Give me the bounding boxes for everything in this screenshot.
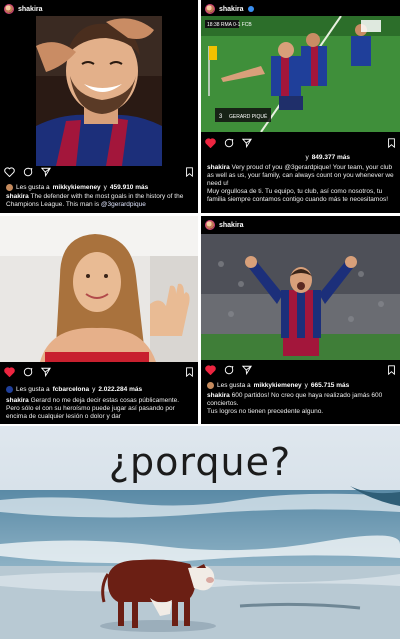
avatar: [207, 382, 214, 389]
likes-user[interactable]: mikkykiemeney: [53, 184, 101, 191]
likes-line: Les gusta a mikkykiemeney y 665.715 más: [207, 382, 349, 389]
scoreboard-player: GERARD PIQUÉ: [229, 113, 268, 120]
bookmark-icon[interactable]: [387, 135, 396, 153]
likes-and: y: [92, 386, 96, 393]
comment-icon[interactable]: [224, 135, 234, 153]
post-photo: 18:38 RMA 0-1 FCB 3 GERARD PIQUÉ: [201, 16, 400, 132]
likes-prefix: Les gusta a: [16, 184, 50, 191]
caption: shakira The defender with the most goals…: [6, 193, 192, 209]
meme-caption: ¿porque?: [108, 440, 292, 484]
caption-text: The defender with the most goals in the …: [6, 193, 184, 208]
likes-user[interactable]: mikkykiemeney: [254, 382, 302, 389]
caption-user[interactable]: shakira: [207, 392, 230, 399]
celebration-image: 18:38 RMA 0-1 FCB 3 GERARD PIQUÉ: [201, 16, 400, 132]
avatar: [6, 386, 13, 393]
post-pique-arms-up: shakira Les gusta a mikkykiemeney y 665.…: [201, 216, 400, 424]
post-header[interactable]: shakira: [205, 2, 254, 16]
heart-icon[interactable]: [4, 164, 15, 182]
likes-and: y: [304, 382, 308, 389]
post-pique-smile: shakira Les gusta a mikkykiemeney y 459.…: [0, 0, 198, 213]
action-bar: [4, 166, 194, 180]
post-photo: [36, 16, 162, 166]
action-bar: [205, 364, 396, 378]
likes-user[interactable]: fcbarcelona: [53, 386, 90, 393]
username[interactable]: shakira: [219, 6, 244, 13]
action-bar: [205, 137, 396, 151]
caption-tag[interactable]: @3gerardpique: [101, 201, 146, 208]
pique-arms-up-image: [201, 234, 400, 360]
caption-text-es: Muy orgullosa de ti. Tu equipo, tu club,…: [207, 188, 389, 203]
likes-count[interactable]: 459.910 más: [110, 184, 148, 191]
bookmark-icon[interactable]: [185, 364, 194, 382]
post-header[interactable]: shakira: [4, 2, 43, 16]
post-shakira-wave: Les gusta a fcbarcelona y 2.022.284 más …: [0, 216, 198, 424]
caption: shakira Very proud of you @3gerardpique!…: [207, 164, 394, 204]
caption-text-2: Tus logros no tienen precedente alguno.: [207, 408, 324, 415]
bookmark-icon[interactable]: [387, 362, 396, 380]
share-icon[interactable]: [241, 362, 252, 380]
likes-line: Les gusta a mikkykiemeney y 459.910 más: [6, 184, 148, 191]
comment-icon[interactable]: [23, 364, 33, 382]
avatar[interactable]: [205, 4, 215, 14]
avatar[interactable]: [205, 220, 215, 230]
likes-count[interactable]: 849.377 más: [312, 154, 350, 161]
caption: shakira 600 partidos! No creo que haya r…: [207, 392, 394, 416]
heart-icon[interactable]: [4, 364, 15, 382]
caption-user[interactable]: shakira: [6, 193, 29, 200]
likes-line: Les gusta a fcbarcelona y 2.022.284 más: [6, 386, 142, 393]
likes-line: y 849.377 más: [305, 154, 350, 161]
likes-prefix: Les gusta a: [16, 386, 50, 393]
comment-icon[interactable]: [23, 164, 33, 182]
caption-text: 600 partidos! No creo que haya realizado…: [207, 392, 383, 407]
caption-user[interactable]: shakira: [6, 397, 29, 404]
share-icon[interactable]: [40, 364, 51, 382]
post-photo: [201, 234, 400, 360]
likes-and: y: [103, 184, 107, 191]
shakira-image: [0, 216, 198, 362]
caption-text: Gerard no me deja decir estas cosas públ…: [6, 397, 180, 420]
pique-smile-image: [36, 16, 162, 166]
caption-text: Very proud of you @3gerardpique! Your te…: [207, 164, 394, 187]
avatar[interactable]: [4, 4, 14, 14]
action-bar: [4, 366, 194, 380]
likes-count[interactable]: 665.715 más: [311, 382, 349, 389]
cow-beach-meme: ¿porque?: [0, 426, 400, 639]
heart-icon[interactable]: [205, 135, 216, 153]
share-icon[interactable]: [40, 164, 51, 182]
bookmark-icon[interactable]: [185, 164, 194, 182]
likes-prefix: Les gusta a: [217, 382, 251, 389]
verified-badge-icon: [247, 6, 254, 12]
post-photo: [0, 216, 198, 362]
post-pique-celebration: shakira 18:38 RMA 0-1 FCB 3 GERARD PIQUÉ…: [201, 0, 400, 213]
username[interactable]: shakira: [219, 222, 244, 229]
caption: shakira Gerard no me deja decir estas co…: [6, 397, 192, 421]
post-header[interactable]: shakira: [205, 218, 244, 232]
heart-icon[interactable]: [205, 362, 216, 380]
likes-and: y: [305, 154, 309, 161]
comment-icon[interactable]: [224, 362, 234, 380]
likes-count[interactable]: 2.022.284 más: [98, 386, 142, 393]
share-icon[interactable]: [241, 135, 252, 153]
username[interactable]: shakira: [18, 6, 43, 13]
scoreboard-score: 18:38 RMA 0-1 FCB: [207, 22, 252, 28]
caption-user[interactable]: shakira: [207, 164, 230, 171]
avatar: [6, 184, 13, 191]
